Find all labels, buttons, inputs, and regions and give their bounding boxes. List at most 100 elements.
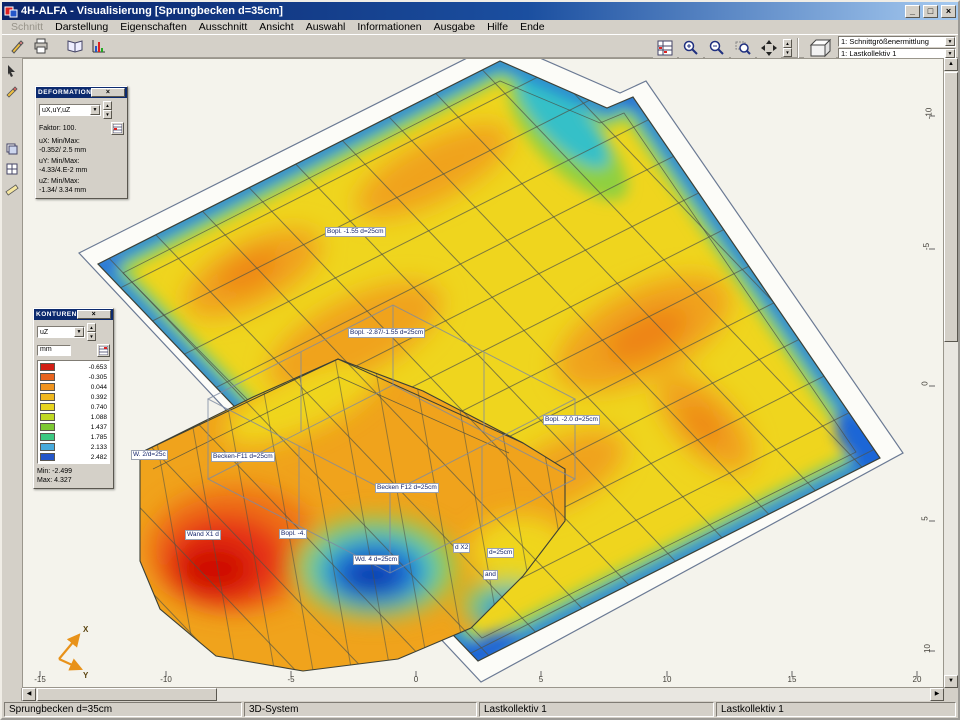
scale-row[interactable]: 1.437 xyxy=(40,422,107,432)
axis-y-label: Y xyxy=(83,671,88,680)
scroll-right-icon[interactable]: ▶ xyxy=(930,688,944,701)
chevron-down-icon[interactable]: ▼ xyxy=(90,105,100,115)
edit-tool-icon[interactable] xyxy=(3,82,21,100)
faktor-settings-icon[interactable] xyxy=(111,122,124,135)
scroll-left-icon[interactable]: ◀ xyxy=(22,688,36,701)
print-icon[interactable] xyxy=(29,35,53,57)
spin-up-icon[interactable]: ▲ xyxy=(103,101,112,110)
scale-row[interactable]: 1.785 xyxy=(40,432,107,442)
app-window: 4H-ALFA - Visualisierung [Sprungbecken d… xyxy=(0,0,960,720)
palette-settings-icon[interactable] xyxy=(97,344,110,357)
menu-eigenschaften[interactable]: Eigenschaften xyxy=(114,21,193,33)
select-hand-icon[interactable] xyxy=(5,35,29,57)
pan-icon[interactable] xyxy=(757,37,781,59)
cursor-tool-icon[interactable] xyxy=(3,62,21,80)
status-project: Sprungbecken d=35cm xyxy=(4,702,242,717)
hscroll-thumb[interactable] xyxy=(37,688,217,701)
section-combo[interactable]: 1: Schnittgrößenermittlung ▼ xyxy=(838,36,956,47)
deformation-spinner[interactable]: ▲ ▼ xyxy=(103,101,112,119)
layers-tool-icon[interactable] xyxy=(3,140,21,158)
scale-row[interactable]: 0.740 xyxy=(40,402,107,412)
section-combo-value: 1: Schnittgrößenermittlung xyxy=(839,37,945,46)
konturen-panel-title: KONTUREN xyxy=(36,311,77,318)
grid-tool-icon[interactable] xyxy=(3,160,21,178)
scale-row[interactable]: 0.392 xyxy=(40,392,107,402)
horizontal-scrollbar[interactable]: ◀ ▶ xyxy=(22,688,944,701)
uy-stat-value: -4.33/4.E-2 mm xyxy=(39,166,124,175)
status-loadcase-1: Lastkollektiv 1 xyxy=(479,702,714,717)
ruler-label: 20 xyxy=(913,675,922,684)
title-bar[interactable]: 4H-ALFA - Visualisierung [Sprungbecken d… xyxy=(2,2,958,20)
scale-row[interactable]: 1.088 xyxy=(40,412,107,422)
vertical-scrollbar[interactable]: ▲ ▼ xyxy=(944,58,958,688)
menu-darstellung[interactable]: Darstellung xyxy=(49,21,114,33)
chevron-down-icon[interactable]: ▼ xyxy=(945,37,955,46)
ruler-label: 5 xyxy=(539,675,543,684)
scale-row[interactable]: 0.044 xyxy=(40,382,107,392)
book-icon[interactable] xyxy=(63,35,87,57)
chart-icon[interactable] xyxy=(87,35,111,57)
element-label: Wand X1 d xyxy=(185,530,221,540)
uy-stat-label: uY: Min/Max: xyxy=(39,157,124,166)
konturen-spinner[interactable]: ▲ ▼ xyxy=(87,323,96,341)
status-loadcase-2: Lastkollektiv 1 xyxy=(716,702,956,717)
menu-hilfe[interactable]: Hilfe xyxy=(481,21,514,33)
status-bar: Sprungbecken d=35cm 3D-System Lastkollek… xyxy=(2,701,958,718)
ux-stat-value: -0.352/ 2.5 mm xyxy=(39,146,124,155)
view-3d-icon[interactable] xyxy=(804,37,836,59)
ruler-label: -15 xyxy=(34,675,46,684)
main-toolbar: ▲ ▼ 1: Schnittgrößenermittlung ▼ 1: Last… xyxy=(2,34,958,58)
vscroll-thumb[interactable] xyxy=(944,72,958,342)
spin-down-icon[interactable]: ▼ xyxy=(103,110,112,119)
zoom-out-icon[interactable] xyxy=(705,37,729,59)
zoom-window-icon[interactable] xyxy=(731,37,755,59)
scale-row[interactable]: 2.133 xyxy=(40,442,107,452)
menu-ende[interactable]: Ende xyxy=(514,21,551,33)
minimize-button[interactable]: _ xyxy=(905,5,920,18)
measure-tool-icon[interactable] xyxy=(3,180,21,198)
deformation-panel-titlebar[interactable]: DEFORMATION × xyxy=(36,87,127,98)
scroll-up-icon[interactable]: ▲ xyxy=(944,58,958,71)
menu-informationen[interactable]: Informationen xyxy=(351,21,427,33)
spin-up-icon[interactable]: ▲ xyxy=(783,39,792,48)
menu-ausschnitt[interactable]: Ausschnitt xyxy=(193,21,253,33)
view-spinner[interactable]: ▲ ▼ xyxy=(783,39,792,57)
deformation-panel-title: DEFORMATION xyxy=(38,89,91,96)
chevron-down-icon[interactable]: ▼ xyxy=(945,49,955,58)
zoom-in-icon[interactable] xyxy=(679,37,703,59)
color-swatch xyxy=(40,373,55,381)
ux-stat-label: uX: Min/Max: xyxy=(39,137,124,146)
scale-row[interactable]: -0.305 xyxy=(40,372,107,382)
spin-up-icon[interactable]: ▲ xyxy=(87,323,96,332)
scene-svg[interactable] xyxy=(23,59,944,688)
deformation-combo[interactable]: uX,uY,uZ ▼ xyxy=(39,104,101,116)
menu-ausgabe[interactable]: Ausgabe xyxy=(428,21,481,33)
element-label: Bopl. -2.87/-1.55 d=25cm xyxy=(348,328,425,338)
close-icon[interactable]: × xyxy=(91,88,125,97)
ruler-label: -5 xyxy=(922,243,931,250)
scale-max: Max: 4.327 xyxy=(37,476,110,485)
menu-auswahl[interactable]: Auswahl xyxy=(300,21,352,33)
menu-ansicht[interactable]: Ansicht xyxy=(253,21,299,33)
unit-field[interactable]: mm xyxy=(37,345,71,356)
scroll-down-icon[interactable]: ▼ xyxy=(944,675,958,688)
close-button[interactable]: × xyxy=(941,5,956,18)
result-table-icon[interactable] xyxy=(653,37,677,59)
scale-row[interactable]: -0.653 xyxy=(40,362,107,372)
maximize-button[interactable]: □ xyxy=(923,5,938,18)
konturen-panel-titlebar[interactable]: KONTUREN × xyxy=(34,309,113,320)
scale-row[interactable]: 2.482 xyxy=(40,452,107,462)
close-icon[interactable]: × xyxy=(77,310,111,319)
konturen-panel: KONTUREN × uZ ▼ ▲ ▼ xyxy=(33,308,114,489)
element-label: Becken F12 d=25cm xyxy=(375,483,439,493)
color-swatch xyxy=(40,363,55,371)
color-swatch xyxy=(40,453,55,461)
konturen-combo[interactable]: uZ ▼ xyxy=(37,326,85,338)
menu-schnitt[interactable]: Schnitt xyxy=(5,21,49,33)
spin-down-icon[interactable]: ▼ xyxy=(87,332,96,341)
ruler-label: 0 xyxy=(414,675,418,684)
uz-stat-value: -1.34/ 3.34 mm xyxy=(39,186,124,195)
contour-scale: -0.653 -0.305 0.044 0.392 0.740 1.088 1.… xyxy=(37,360,110,464)
spin-down-icon[interactable]: ▼ xyxy=(783,48,792,57)
chevron-down-icon[interactable]: ▼ xyxy=(74,327,84,337)
